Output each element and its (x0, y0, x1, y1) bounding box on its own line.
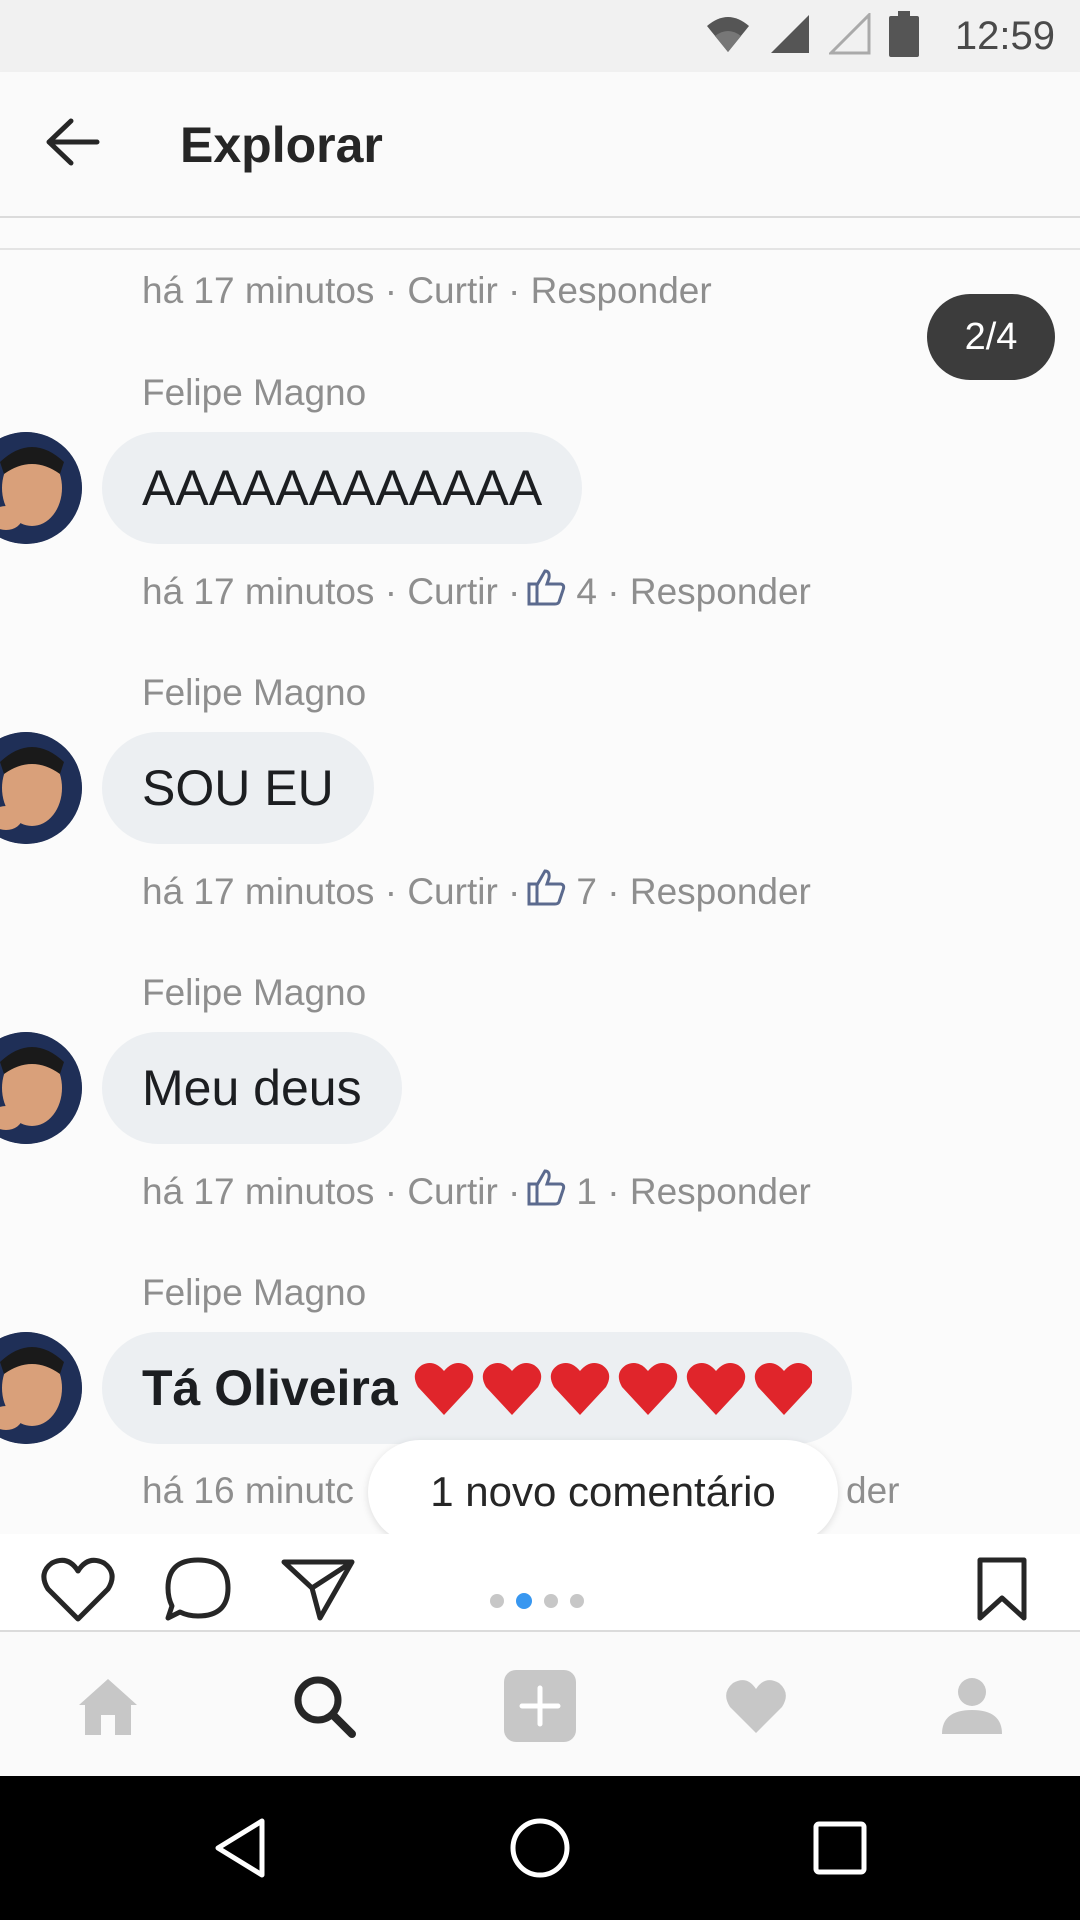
profile-icon (940, 1676, 1004, 1741)
nav-add-post[interactable] (500, 1668, 580, 1748)
carousel-dot (544, 1594, 558, 1608)
commenter-name: Felipe Magno (142, 372, 367, 413)
meta-reply: Responder (629, 1170, 811, 1212)
thumbs-up-icon (526, 568, 566, 615)
comment-bubble: SOU EU (102, 732, 374, 844)
meta-time: há 17 minutos (142, 870, 375, 912)
avatar (0, 1332, 82, 1444)
new-comment-button[interactable]: 1 novo comentário (368, 1440, 838, 1534)
comment-bubble: Meu deus (102, 1032, 402, 1144)
save-button[interactable] (962, 1556, 1042, 1626)
system-back-button[interactable] (200, 1810, 280, 1890)
post-actions (0, 1534, 1080, 1630)
comment-text: Tá Oliveira (142, 1360, 398, 1416)
comment-button[interactable] (158, 1556, 238, 1626)
heart-outline-icon (40, 1555, 116, 1628)
system-navigation-bar (0, 1776, 1080, 1920)
top-bar: Explorar (0, 72, 1080, 218)
commenter-name: Felipe Magno (142, 1272, 367, 1313)
meta-time: há 17 minutos (142, 570, 375, 612)
carousel-dot (490, 1594, 504, 1608)
arrow-left-icon (45, 117, 101, 172)
bottom-navigation (0, 1630, 1080, 1778)
bookmark-icon (976, 1556, 1028, 1627)
meta-time: há 16 minutc (142, 1470, 354, 1511)
thumbs-up-icon (526, 868, 566, 915)
nav-search[interactable] (284, 1668, 364, 1748)
comment-bubble: AAAAAAAAAAAA (102, 432, 583, 544)
battery-icon (888, 10, 919, 62)
comment-meta-tail: der (846, 1470, 900, 1511)
system-recents-button[interactable] (800, 1810, 880, 1890)
triangle-back-icon (212, 1817, 268, 1884)
search-icon (292, 1674, 356, 1743)
circle-home-icon (509, 1817, 571, 1884)
activity-heart-icon (723, 1677, 789, 1740)
status-bar: 12:59 (0, 0, 1080, 72)
carousel-dot-active (516, 1593, 532, 1609)
share-button[interactable] (278, 1556, 358, 1626)
comment-meta: há 17 minutos · Curtir · 7 · Responder (142, 868, 811, 915)
meta-like: Curtir (407, 270, 498, 311)
meta-time: há 17 minutos (142, 1170, 375, 1212)
signal-icon (769, 13, 811, 60)
comment-bubble: Tá Oliveira (102, 1332, 852, 1444)
carousel-indicator (490, 1593, 584, 1609)
status-time: 12:59 (954, 13, 1055, 58)
signal-empty-icon (827, 10, 871, 60)
meta-like: Curtir (407, 1170, 498, 1212)
status-icons: 12:59 (705, 0, 1055, 72)
page-title: Explorar (180, 117, 383, 173)
commenter-name: Felipe Magno (142, 672, 367, 713)
system-home-button[interactable] (500, 1810, 580, 1890)
avatar (0, 432, 82, 544)
comment-bubble-icon (162, 1554, 234, 1629)
add-post-icon (504, 1669, 576, 1747)
avatar (0, 732, 82, 844)
meta-like: Curtir (407, 570, 498, 612)
comment-meta: há 16 minutc (142, 1470, 354, 1512)
like-count: 1 (576, 1170, 597, 1212)
like-count: 4 (576, 570, 597, 612)
post-image[interactable]: 2/4 há 17 minutos · Curtir · Responder F… (0, 218, 1080, 1534)
back-button[interactable] (38, 112, 108, 176)
commenter-name: Felipe Magno (142, 972, 367, 1013)
carousel-dot (570, 1594, 584, 1608)
thumbs-up-icon (526, 1168, 566, 1215)
image-counter-badge: 2/4 (927, 294, 1055, 380)
wifi-icon (705, 14, 751, 59)
like-button[interactable] (38, 1556, 118, 1626)
comment-meta: há 17 minutos · Curtir · 4 · Responder (142, 568, 811, 615)
hearts-emoji (412, 1357, 812, 1419)
heart-icons (414, 1363, 812, 1415)
avatar (0, 1032, 82, 1144)
nav-profile[interactable] (932, 1668, 1012, 1748)
meta-reply: Responder (629, 870, 811, 912)
meta-time: há 17 minutos (142, 270, 375, 311)
square-recents-icon (812, 1820, 868, 1881)
nav-activity[interactable] (716, 1668, 796, 1748)
meta-like: Curtir (407, 870, 498, 912)
nav-home[interactable] (68, 1668, 148, 1748)
meta-reply: Responder (629, 570, 811, 612)
paper-plane-icon (280, 1556, 356, 1627)
comment-meta: há 17 minutos · Curtir · 1 · Responder (142, 1168, 811, 1215)
comment-meta: há 17 minutos · Curtir · Responder (142, 270, 712, 311)
like-count: 7 (576, 870, 597, 912)
home-icon (75, 1675, 141, 1742)
divider (0, 248, 1080, 250)
meta-reply: Responder (530, 270, 712, 311)
